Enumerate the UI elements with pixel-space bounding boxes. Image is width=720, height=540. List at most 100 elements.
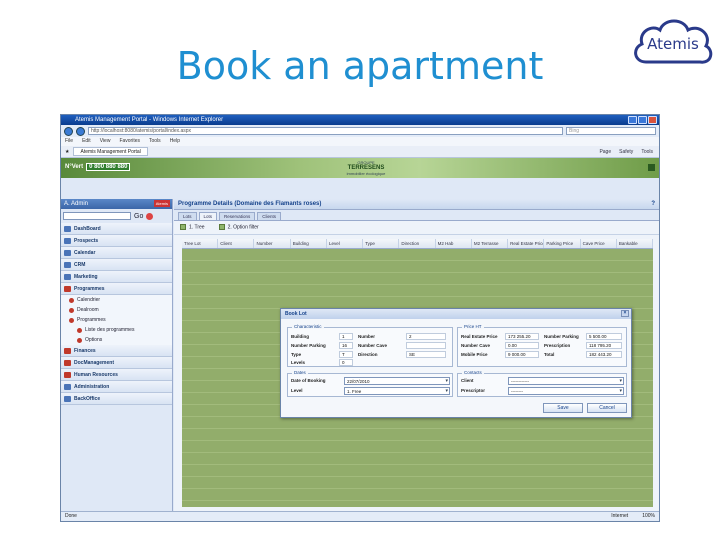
contacts-legend: Contacts — [462, 370, 484, 375]
close-window-button[interactable] — [648, 116, 657, 124]
sidebar-search-input[interactable] — [63, 212, 131, 220]
zoom-level[interactable]: 100% — [642, 512, 655, 521]
sidebar-item-label: Finances — [74, 347, 96, 354]
prospects-icon — [64, 237, 71, 244]
dashboard-icon — [64, 225, 71, 232]
price-legend: Price HT — [462, 324, 484, 329]
menu-favorites[interactable]: Favorites — [119, 137, 140, 146]
crm-icon — [64, 261, 71, 268]
slide: Book an apartment Atemis Atemis Manageme… — [0, 0, 720, 540]
finances-icon — [64, 347, 71, 354]
bullet-icon — [69, 317, 74, 323]
minimize-button[interactable] — [628, 116, 637, 124]
col-client[interactable]: Client — [218, 239, 255, 248]
sidebar: A. Admin Atemis Go DashBoard Prospects C… — [61, 199, 173, 511]
banner-arrow-icon[interactable] — [648, 164, 655, 171]
safety-menu[interactable]: Safety — [619, 149, 633, 155]
tab-lots-2[interactable]: Lots — [198, 212, 218, 220]
tree-toggle[interactable]: 1. Tree — [180, 224, 205, 231]
menu-file[interactable]: File — [65, 137, 73, 146]
client-select[interactable]: ------------ — [508, 377, 624, 385]
col-tree-lot[interactable]: Tree Lot — [182, 239, 219, 248]
checkbox-icon — [218, 224, 225, 231]
parking-label: Number Parking — [291, 343, 326, 348]
search-input[interactable]: Bing — [566, 127, 656, 135]
col-m2-hab[interactable]: M2 Hab — [436, 239, 472, 248]
col-direction[interactable]: Direction — [399, 239, 436, 248]
sub-item-options[interactable]: Options — [61, 335, 172, 345]
calendar-icon — [64, 249, 71, 256]
panel-title-bar: Programme Details (Domaine des Flamants … — [174, 199, 659, 210]
sidebar-item-dashboard[interactable]: DashBoard — [61, 223, 172, 235]
sidebar-item-calendar[interactable]: Calendar — [61, 247, 172, 259]
dates-legend: Dates — [292, 370, 308, 375]
tools-menu[interactable]: Tools — [641, 149, 653, 155]
browser-tab[interactable]: Atemis Management Portal — [73, 147, 148, 156]
col-cave-price[interactable]: Cave Price — [581, 239, 617, 248]
menu-view[interactable]: View — [100, 137, 111, 146]
col-type[interactable]: Type — [363, 239, 400, 248]
total-value: 182 443.20 — [586, 351, 622, 358]
col-building[interactable]: Building — [291, 239, 327, 248]
marketing-icon — [64, 273, 71, 280]
maximize-button[interactable] — [638, 116, 647, 124]
building-label: Building — [291, 334, 309, 339]
direction-label: Direction — [358, 352, 378, 357]
people-icon — [64, 371, 71, 378]
sidebar-item-docmanagement[interactable]: DocManagement — [61, 357, 172, 369]
tab-lots-1[interactable]: Lots — [178, 212, 197, 220]
sub-item-liste-programmes[interactable]: Liste des programmes — [61, 325, 172, 335]
back-button[interactable] — [64, 126, 73, 136]
slide-title: Book an apartment — [176, 44, 544, 88]
number-value: 2 — [406, 333, 446, 340]
forward-button[interactable] — [76, 126, 85, 136]
col-real-estate-price[interactable]: Real Estate Price — [508, 239, 545, 248]
help-icon[interactable]: ? — [651, 199, 655, 210]
sidebar-item-marketing[interactable]: Marketing — [61, 271, 172, 283]
sidebar-item-backoffice[interactable]: BackOffice — [61, 393, 172, 405]
col-bankable[interactable]: Bankable — [617, 239, 653, 248]
option-filter-toggle[interactable]: 2. Option filter — [218, 224, 259, 231]
sidebar-item-finances[interactable]: Finances — [61, 345, 172, 357]
sidebar-item-programmes[interactable]: Programmes — [61, 283, 172, 295]
menu-tools[interactable]: Tools — [149, 137, 161, 146]
address-input[interactable]: http://localhost:8080/atemis/portal/inde… — [88, 127, 563, 135]
bullet-icon — [69, 307, 74, 313]
sidebar-item-human-resources[interactable]: Human Resources — [61, 369, 172, 381]
page-menu[interactable]: Page — [599, 149, 611, 155]
prescriptor-select[interactable]: -------- — [508, 387, 624, 395]
brand-logo: GROUPE TERRESENS immobilier écologique — [326, 160, 406, 176]
sidebar-item-crm[interactable]: CRM — [61, 259, 172, 271]
level-select[interactable]: 1. Free — [344, 387, 450, 395]
menu-edit[interactable]: Edit — [82, 137, 91, 146]
col-level[interactable]: Level — [327, 239, 364, 248]
parking-value: 16 — [339, 342, 353, 349]
cave-value — [406, 342, 446, 349]
prescriptor-label: Prescriptor — [461, 388, 486, 393]
date-booking-select[interactable]: 22/07/2010 — [344, 377, 450, 385]
sub-item-calendrier[interactable]: Calendrier — [61, 295, 172, 305]
save-button[interactable]: Save — [543, 403, 583, 413]
tab-reservations[interactable]: Reservations — [219, 212, 256, 220]
col-number[interactable]: Number — [254, 239, 291, 248]
sub-item-dealroom[interactable]: Dealroom — [61, 305, 172, 315]
book-lot-dialog: Book Lot × Characteristic Building 1 Numb… — [280, 308, 632, 418]
panel-tabs: Lots Lots Reservations Clients — [174, 210, 659, 221]
tab-clients[interactable]: Clients — [257, 212, 282, 220]
menu-help[interactable]: Help — [170, 137, 180, 146]
sub-item-programmes[interactable]: Programmes — [61, 315, 172, 325]
close-icon[interactable]: × — [621, 310, 629, 317]
dialog-title: Book Lot — [285, 311, 307, 317]
dialog-title-bar: Book Lot × — [281, 309, 631, 319]
num-cave-price-label: Number Cave — [461, 343, 491, 348]
col-m2-terrasse[interactable]: M2 Terrasse — [472, 239, 509, 248]
cancel-button[interactable]: Cancel — [587, 403, 627, 413]
favorites-star-icon[interactable]: ★ — [65, 149, 69, 155]
col-parking-price[interactable]: Parking Price — [544, 239, 581, 248]
gear-icon[interactable] — [146, 212, 154, 220]
sidebar-item-prospects[interactable]: Prospects — [61, 235, 172, 247]
sidebar-item-administration[interactable]: Administration — [61, 381, 172, 393]
go-button[interactable]: Go — [134, 213, 143, 220]
panel-title: Programme Details (Domaine des Flamants … — [178, 201, 322, 207]
sidebar-item-label: Programmes — [74, 285, 105, 292]
